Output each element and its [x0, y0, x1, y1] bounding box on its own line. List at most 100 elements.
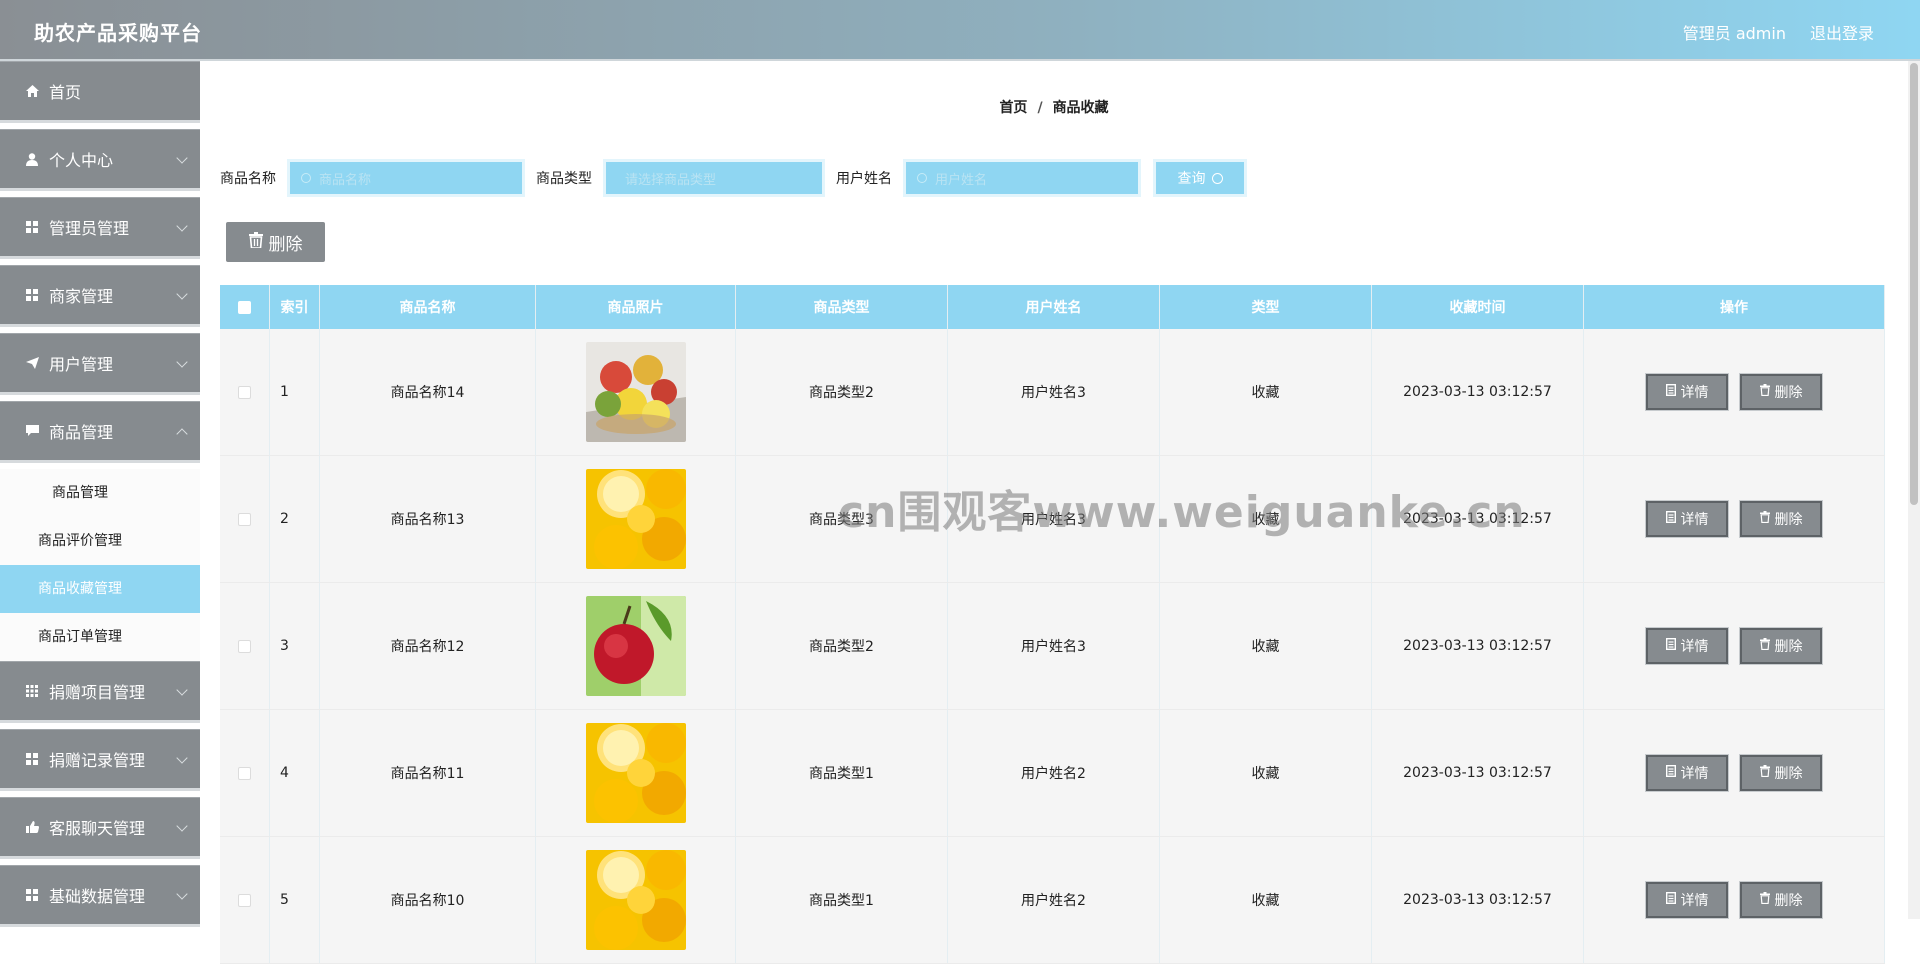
sidebar-item-home[interactable]: 首页 [0, 61, 200, 123]
lemon-photo[interactable] [585, 723, 686, 823]
sidebar-item-users[interactable]: 用户管理 [0, 333, 200, 395]
cell-index: 2 [270, 456, 320, 582]
trash-icon [1759, 384, 1770, 400]
row-checkbox[interactable] [238, 512, 251, 526]
product-name-input[interactable]: 商品名称 [287, 159, 525, 197]
header-product-name: 商品名称 [320, 285, 536, 329]
thumb-icon [25, 820, 39, 834]
cell-kind: 收藏 [1160, 583, 1372, 709]
scrollbar-thumb[interactable] [1910, 63, 1918, 505]
delete-label: 删除 [1774, 639, 1803, 655]
row-checkbox[interactable] [238, 385, 251, 399]
cell-product-name: 商品名称12 [320, 583, 536, 709]
cell-product-type: 商品类型2 [736, 329, 948, 455]
grid-icon [25, 220, 39, 234]
delete-button[interactable]: 删除 [1739, 881, 1823, 919]
detail-button[interactable]: 详情 [1645, 627, 1729, 665]
cell-actions: 详情 删除 [1584, 837, 1885, 963]
search-icon [301, 173, 311, 183]
favorites-table: 索引 商品名称 商品照片 商品类型 用户姓名 类型 收藏时间 操作 1 商品名称… [220, 285, 1885, 964]
cell-product-name: 商品名称11 [320, 710, 536, 836]
cell-product-photo [536, 837, 736, 963]
breadcrumb-home[interactable]: 首页 [999, 100, 1027, 116]
detail-button[interactable]: 详情 [1645, 754, 1729, 792]
trash-icon [1759, 511, 1770, 527]
detail-label: 详情 [1680, 766, 1709, 782]
page-scrollbar[interactable] [1908, 61, 1920, 919]
product-type-select[interactable]: 请选择商品类型 [603, 159, 825, 197]
main-content: 首页 / 商品收藏 商品名称 商品名称 商品类型 请选择商品类型 用户姓名 用户姓名… [200, 61, 1908, 964]
breadcrumb-separator: / [1037, 100, 1043, 116]
row-select-cell [220, 329, 270, 455]
grid-icon [25, 288, 39, 302]
header-actions: 操作 [1584, 285, 1885, 329]
row-select-cell [220, 456, 270, 582]
chat-icon [25, 424, 39, 438]
sidebar-item-label: 基础数据管理 [49, 887, 146, 906]
lemon-photo[interactable] [585, 469, 686, 569]
sidebar-item-profile[interactable]: 个人中心 [0, 129, 200, 191]
bulk-delete-button[interactable]: 删除 [226, 222, 325, 262]
cell-product-name: 商品名称10 [320, 837, 536, 963]
delete-button[interactable]: 删除 [1739, 754, 1823, 792]
top-right-links: 管理员 admin 退出登录 [1683, 20, 1874, 44]
detail-button[interactable]: 详情 [1645, 373, 1729, 411]
cell-favorite-time: 2023-03-13 03:12:57 [1372, 583, 1584, 709]
submenu-item-favorites[interactable]: 商品收藏管理 [0, 565, 200, 613]
delete-label: 删除 [1774, 766, 1803, 782]
cell-product-photo [536, 583, 736, 709]
mixed-fruit-photo[interactable] [585, 342, 686, 442]
sidebar-item-label: 商家管理 [49, 287, 114, 306]
sidebar-item-donation-records[interactable]: 捐赠记录管理 [0, 729, 200, 791]
cell-product-type: 商品类型1 [736, 710, 948, 836]
submenu-item-products[interactable]: 商品管理 [0, 469, 200, 517]
sidebar-item-products[interactable]: 商品管理 [0, 401, 200, 463]
detail-label: 详情 [1680, 639, 1709, 655]
detail-button[interactable]: 详情 [1645, 500, 1729, 538]
row-select-cell [220, 583, 270, 709]
cell-actions: 详情 删除 [1584, 710, 1885, 836]
sidebar: 首页 个人中心 管理员管理 商家管理 用户管理 商品管理 商品管理 商品评价管理… [0, 61, 200, 927]
grid-icon [25, 888, 39, 902]
sidebar-item-label: 管理员管理 [49, 219, 130, 238]
sidebar-item-merchants[interactable]: 商家管理 [0, 265, 200, 327]
row-select-cell [220, 837, 270, 963]
row-checkbox[interactable] [238, 639, 251, 653]
cell-product-type: 商品类型1 [736, 837, 948, 963]
sidebar-item-base-data[interactable]: 基础数据管理 [0, 865, 200, 927]
delete-button[interactable]: 删除 [1739, 627, 1823, 665]
apple-photo[interactable] [585, 596, 686, 696]
lemon-photo[interactable] [585, 850, 686, 950]
sidebar-item-donation-projects[interactable]: 捐赠项目管理 [0, 661, 200, 723]
query-button-label: 查询 [1177, 171, 1206, 187]
search-form: 商品名称 商品名称 商品类型 请选择商品类型 用户姓名 用户姓名 查询 [220, 159, 1247, 197]
select-all-checkbox[interactable] [238, 300, 251, 314]
row-checkbox[interactable] [238, 893, 251, 907]
cell-actions: 详情 删除 [1584, 456, 1885, 582]
cell-actions: 详情 删除 [1584, 329, 1885, 455]
cell-kind: 收藏 [1160, 710, 1372, 836]
user-name-input[interactable]: 用户姓名 [903, 159, 1141, 197]
query-button[interactable]: 查询 [1153, 159, 1247, 197]
chevron-up-icon [176, 428, 188, 440]
sidebar-item-customer-chat[interactable]: 客服聊天管理 [0, 797, 200, 859]
logout-link[interactable]: 退出登录 [1810, 20, 1874, 44]
cell-actions: 详情 删除 [1584, 583, 1885, 709]
submenu-item-orders[interactable]: 商品订单管理 [0, 613, 200, 661]
delete-button[interactable]: 删除 [1739, 373, 1823, 411]
table-row: 3 商品名称12 商品类型2 用户姓名3 收藏 2023-03-13 03:12… [220, 583, 1885, 710]
bulk-delete-label: 删除 [268, 234, 303, 255]
admin-user-label[interactable]: 管理员 admin [1683, 20, 1786, 44]
sidebar-item-label: 个人中心 [49, 151, 114, 170]
cell-index: 5 [270, 837, 320, 963]
sidebar-item-admins[interactable]: 管理员管理 [0, 197, 200, 259]
submenu-item-reviews[interactable]: 商品评价管理 [0, 517, 200, 565]
sidebar-item-label: 首页 [49, 83, 82, 102]
home-icon [25, 84, 39, 98]
row-checkbox[interactable] [238, 766, 251, 780]
delete-button[interactable]: 删除 [1739, 500, 1823, 538]
breadcrumb: 首页 / 商品收藏 [200, 97, 1908, 117]
product-type-label: 商品类型 [536, 171, 592, 187]
detail-button[interactable]: 详情 [1645, 881, 1729, 919]
table-row: 5 商品名称10 商品类型1 用户姓名2 收藏 2023-03-13 03:12… [220, 837, 1885, 964]
